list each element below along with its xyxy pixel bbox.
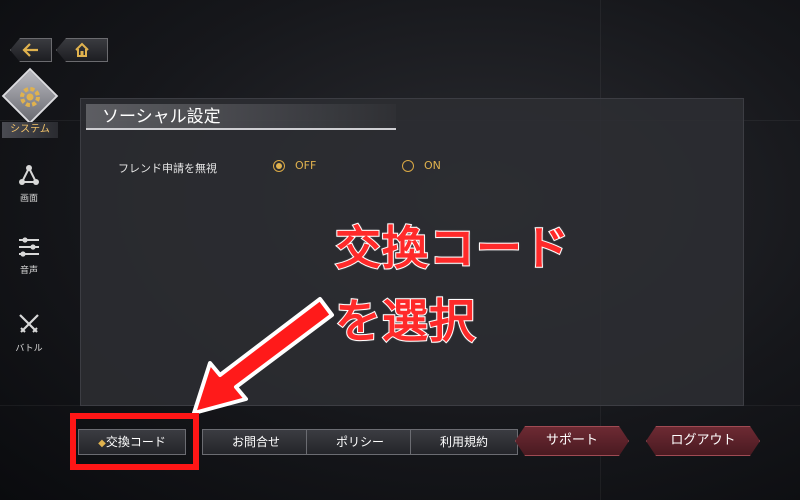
support-button[interactable]: サポート bbox=[515, 426, 629, 456]
policy-button[interactable]: ポリシー bbox=[306, 429, 414, 455]
home-icon bbox=[75, 42, 89, 57]
sidebar-item-label: バトル bbox=[15, 344, 43, 354]
logout-button[interactable]: ログアウト bbox=[646, 426, 760, 456]
button-label: サポート bbox=[545, 433, 598, 448]
friend-request-setting-label: フレンド申請を無視 bbox=[118, 162, 217, 175]
button-label: ポリシー bbox=[335, 435, 384, 449]
annotation-line-1: 交換コード bbox=[334, 220, 570, 276]
annotation-highlight-box bbox=[70, 413, 199, 470]
sidebar-item-system[interactable]: システム bbox=[1, 67, 59, 138]
radio-on[interactable]: ON bbox=[402, 159, 441, 172]
sidebar-item-battle[interactable]: バトル bbox=[0, 312, 58, 354]
sidebar-item-label: 音声 bbox=[19, 266, 38, 276]
sidebar-item-label: システム bbox=[2, 122, 58, 138]
button-label: お問合せ bbox=[231, 435, 280, 449]
annotation-arrow-icon bbox=[192, 297, 334, 415]
game-settings-screen: システム 画面 音声 バトル ソーシャル設定 フレンド申請を無視 OFF ON … bbox=[0, 0, 800, 500]
home-button[interactable] bbox=[56, 38, 108, 62]
radio-off[interactable]: OFF bbox=[273, 159, 316, 172]
terms-button[interactable]: 利用規約 bbox=[410, 429, 518, 455]
sidebar: システム 画面 音声 バトル bbox=[0, 67, 59, 490]
back-button[interactable] bbox=[10, 38, 52, 62]
panel-title: ソーシャル設定 bbox=[86, 104, 396, 130]
screen-icon bbox=[19, 165, 39, 185]
contact-button[interactable]: お問合せ bbox=[202, 429, 310, 455]
button-label: ログアウト bbox=[670, 433, 736, 448]
button-label: 利用規約 bbox=[439, 435, 488, 449]
radio-label: ON bbox=[424, 159, 441, 172]
sidebar-item-screen[interactable]: 画面 bbox=[0, 164, 58, 204]
sidebar-item-sound[interactable]: 音声 bbox=[0, 236, 58, 276]
sliders-icon bbox=[19, 237, 39, 257]
annotation-line-2: を選択 bbox=[334, 293, 476, 349]
radio-checked-icon bbox=[273, 159, 285, 172]
crossed-swords-icon bbox=[19, 314, 39, 333]
sidebar-item-label: 画面 bbox=[19, 194, 38, 204]
gear-icon bbox=[20, 87, 40, 107]
back-arrow-icon bbox=[22, 43, 38, 57]
radio-label: OFF bbox=[295, 159, 317, 172]
radio-unchecked-icon bbox=[402, 159, 414, 172]
